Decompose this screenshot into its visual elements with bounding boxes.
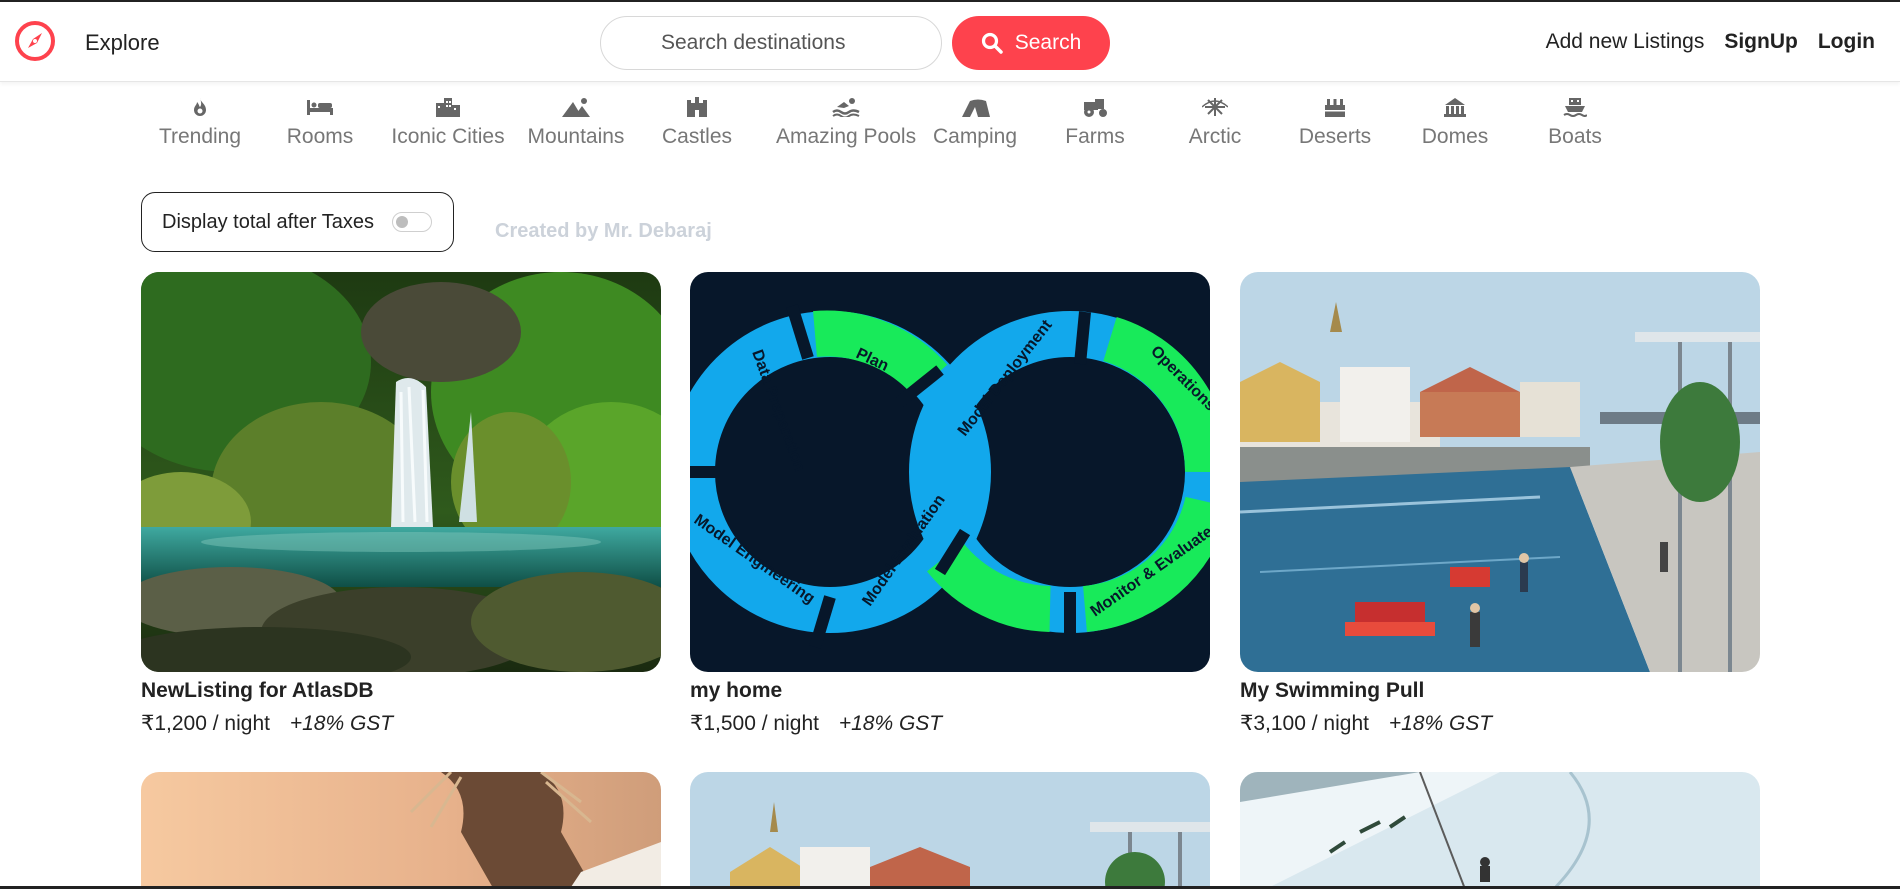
filter-label: Boats	[1548, 125, 1602, 148]
swimmer-icon	[832, 98, 860, 117]
listing-price: ₹1,200 / night +18% GST	[141, 711, 661, 736]
filter-arctic[interactable]: Arctic	[1155, 95, 1275, 149]
ski-slope-image	[1240, 772, 1760, 889]
filter-domes[interactable]: Domes	[1395, 95, 1515, 149]
filter-amazing-pools[interactable]: Amazing Pools	[776, 95, 916, 149]
explore-link[interactable]: Explore	[85, 30, 160, 56]
listing-title: NewListing for AtlasDB	[141, 679, 374, 702]
filter-label: Mountains	[527, 125, 625, 148]
search-button[interactable]: Search	[952, 16, 1110, 70]
gst-label: +18% GST	[838, 712, 943, 735]
filter-label: Domes	[1421, 125, 1489, 148]
compass-icon[interactable]	[14, 20, 56, 62]
nav-links: Add new Listings SignUp Login	[1546, 30, 1875, 54]
filter-trending[interactable]: Trending	[140, 95, 260, 149]
login-link[interactable]: Login	[1818, 30, 1875, 54]
filter-label: Amazing Pools	[776, 125, 917, 148]
credit-text: Created by Mr. Debaraj	[495, 220, 712, 242]
desert-icon	[1325, 99, 1345, 117]
price-unit: / night	[212, 712, 270, 735]
filter-deserts[interactable]: Deserts	[1275, 95, 1395, 149]
filter-mountains[interactable]: Mountains	[516, 95, 636, 149]
price-amount: ₹3,100	[1240, 712, 1306, 735]
add-listing-link[interactable]: Add new Listings	[1546, 30, 1705, 54]
portrait-image	[141, 772, 661, 889]
fire-icon	[194, 98, 206, 116]
waterfall-image	[141, 272, 661, 672]
listing-image[interactable]	[1240, 772, 1760, 889]
listing-card[interactable]: Data Preparation Plan Model Deployment O…	[690, 272, 1210, 736]
price-amount: ₹1,500	[690, 712, 756, 735]
listing-title: my home	[690, 679, 783, 702]
filter-label: Rooms	[286, 125, 354, 148]
listing-card[interactable]: My Swimming Pull ₹3,100 / night +18% GST	[1240, 272, 1760, 736]
listing-image[interactable]	[1240, 272, 1760, 672]
dome-icon	[1444, 98, 1466, 117]
listing-image[interactable]	[690, 772, 1210, 889]
listing-price: ₹1,500 / night +18% GST	[690, 711, 1210, 736]
gst-label: +18% GST	[1388, 712, 1493, 735]
mountain-icon	[562, 98, 590, 117]
listing-image[interactable]	[141, 772, 661, 889]
listing-card[interactable]	[141, 772, 661, 889]
search-button-label: Search	[1014, 31, 1082, 54]
price-amount: ₹1,200	[141, 712, 207, 735]
listing-title: My Swimming Pull	[1240, 679, 1425, 702]
castle-icon	[687, 97, 707, 117]
search-icon	[981, 32, 1003, 54]
listing-image[interactable]	[141, 272, 661, 672]
listing-card[interactable]	[690, 772, 1210, 889]
tractor-icon	[1084, 99, 1107, 117]
listing-image[interactable]: Data Preparation Plan Model Deployment O…	[690, 272, 1210, 672]
search-input[interactable]	[600, 16, 942, 70]
filter-label: Iconic Cities	[391, 125, 505, 148]
tax-switch[interactable]	[391, 212, 432, 232]
gst-label: +18% GST	[289, 712, 394, 735]
filter-label: Castles	[661, 125, 733, 148]
filter-label: Deserts	[1298, 125, 1372, 148]
filter-rooms[interactable]: Rooms	[260, 95, 380, 149]
filter-iconic-cities[interactable]: Iconic Cities	[388, 95, 508, 149]
filter-farms[interactable]: Farms	[1035, 95, 1155, 149]
listing-card[interactable]	[1240, 772, 1760, 889]
filter-camping[interactable]: Camping	[915, 95, 1035, 149]
navbar: Explore Search Add new Listings SignUp L…	[0, 2, 1900, 82]
city-icon	[436, 98, 460, 117]
tax-toggle-label: Display total after Taxes	[162, 210, 374, 233]
filter-label: Camping	[932, 125, 1018, 148]
bed-icon	[307, 100, 333, 115]
tent-icon	[962, 99, 990, 117]
listing-price: ₹3,100 / night +18% GST	[1240, 711, 1760, 736]
filter-label: Farms	[1065, 125, 1125, 148]
listing-card[interactable]: NewListing for AtlasDB ₹1,200 / night +1…	[141, 272, 661, 736]
canal-promenade-image	[690, 772, 1210, 889]
signup-link[interactable]: SignUp	[1724, 30, 1798, 54]
mlops-loop-image: Data Preparation Plan Model Deployment O…	[690, 272, 1210, 672]
price-unit: / night	[761, 712, 819, 735]
canal-promenade-image	[1240, 272, 1760, 672]
filter-label: Trending	[158, 125, 242, 148]
tax-toggle[interactable]: Display total after Taxes	[141, 192, 454, 252]
snowflake-icon	[1202, 98, 1228, 116]
filter-castles[interactable]: Castles	[637, 95, 757, 149]
filter-boats[interactable]: Boats	[1515, 95, 1635, 149]
filter-label: Arctic	[1188, 125, 1242, 148]
price-unit: / night	[1311, 712, 1369, 735]
ship-icon	[1563, 98, 1587, 117]
